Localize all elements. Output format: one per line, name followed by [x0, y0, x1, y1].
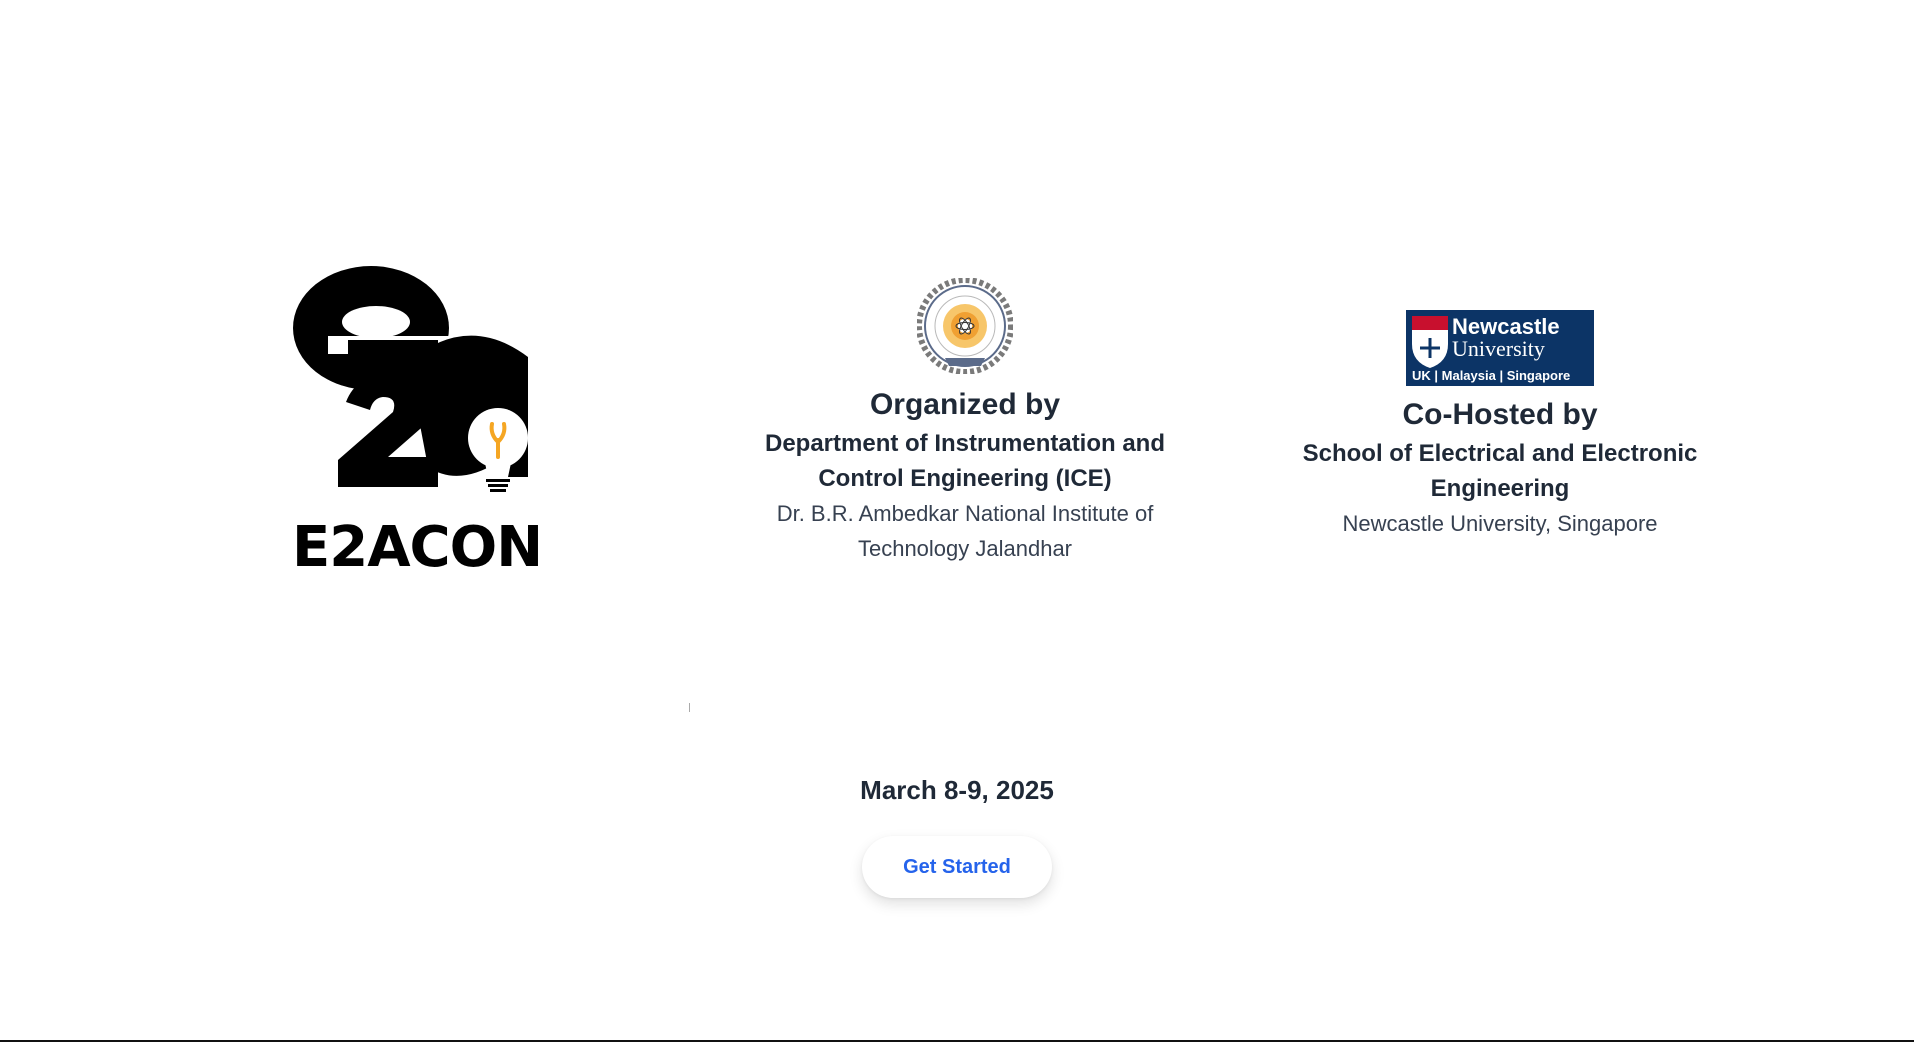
cohost-heading: Co-Hosted by [1402, 398, 1598, 431]
e2acon-wordmark: E2ACON [292, 515, 543, 580]
organizer-department: Department of Instrumentation and Contro… [764, 429, 1166, 492]
organizer-section: Organized by Department of Instrumentati… [735, 278, 1195, 566]
e2acon-logo: E2ACON [288, 262, 568, 592]
organizer-institute: Dr. B.R. Ambedkar National Institute of … [776, 500, 1154, 561]
cohost-section: Newcastle University UK | Malaysia | Sin… [1270, 310, 1730, 541]
divider-tick [689, 703, 690, 712]
newcastle-logo-subtitle: University [1452, 336, 1545, 361]
organizer-heading: Organized by [869, 388, 1061, 421]
cohost-institute: Newcastle University, Singapore [1342, 510, 1658, 536]
cohost-department: School of Electrical and Electronic Engi… [1302, 439, 1698, 502]
nit-jalandhar-seal-icon [917, 278, 1013, 374]
event-date: March 8-9, 2025 [860, 775, 1054, 805]
newcastle-university-logo-icon: Newcastle University UK | Malaysia | Sin… [1406, 310, 1594, 386]
e2a-lightbulb-logo-icon [293, 266, 528, 492]
newcastle-logo-regions: UK | Malaysia | Singapore [1412, 368, 1570, 383]
get-started-button[interactable]: Get Started [862, 836, 1052, 898]
landing-page: E2ACON Organized by Department of Instru… [0, 0, 1914, 1042]
